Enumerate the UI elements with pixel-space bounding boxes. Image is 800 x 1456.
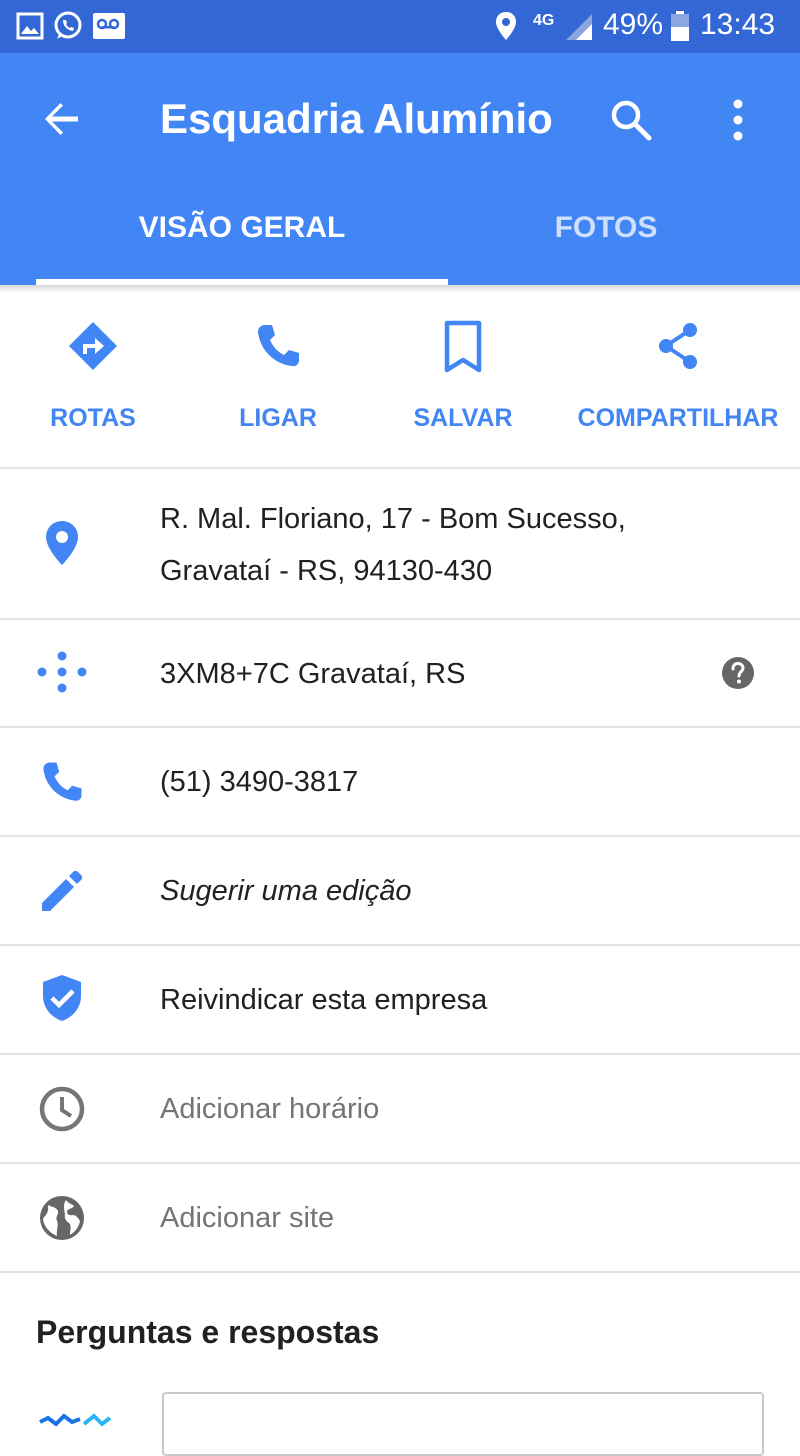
back-arrow-icon[interactable] (40, 97, 84, 141)
pencil-icon (42, 870, 83, 911)
directions-icon (69, 322, 117, 370)
gallery-icon (16, 12, 44, 40)
globe-icon (40, 1196, 84, 1240)
bookmark-icon (444, 320, 482, 373)
location-icon (496, 12, 516, 40)
battery-icon (671, 11, 689, 41)
divider (0, 1271, 800, 1273)
claim-business-row[interactable]: Reivindicar esta empresa (0, 946, 800, 1053)
call-label: LIGAR (239, 404, 317, 432)
address-row[interactable]: R. Mal. Floriano, 17 - Bom Sucesso, Grav… (0, 469, 800, 618)
status-bar: 4G 49% 13:43 (0, 0, 800, 53)
phone-row[interactable]: (51) 3490-3817 (0, 728, 800, 835)
share-label: COMPARTILHAR (577, 404, 779, 432)
phone-number: (51) 3490-3817 (160, 766, 359, 798)
share-icon (659, 323, 697, 369)
add-site-row[interactable]: Adicionar site (0, 1164, 800, 1271)
whatsapp-icon (54, 11, 82, 39)
add-site-text: Adicionar site (160, 1202, 335, 1234)
clock: 13:43 (700, 8, 776, 41)
question-input[interactable] (162, 1392, 764, 1456)
search-icon[interactable] (608, 97, 654, 143)
place-pin-icon (46, 521, 78, 565)
more-vert-icon[interactable] (718, 97, 758, 143)
plus-code-row[interactable]: 3XM8+7C Gravataí, RS (0, 620, 800, 726)
tab-overview[interactable]: VISÃO GERAL (36, 211, 448, 245)
battery-percent: 49% (603, 8, 664, 41)
add-hours-row[interactable]: Adicionar horário (0, 1055, 800, 1162)
share-button[interactable]: COMPARTILHAR (573, 318, 783, 433)
suggest-edit-text: Sugerir uma edição (160, 875, 412, 907)
clock-icon (39, 1086, 85, 1132)
help-icon[interactable] (720, 655, 756, 691)
save-label: SALVAR (413, 404, 513, 432)
plus-code-text: 3XM8+7C Gravataí, RS (160, 658, 466, 690)
save-button[interactable]: SALVAR (398, 318, 528, 433)
add-hours-text: Adicionar horário (160, 1093, 380, 1125)
phone-icon (43, 762, 82, 801)
app-bar-shadow (0, 285, 800, 293)
voicemail-icon (93, 13, 125, 39)
page-title: Esquadria Alumínio (160, 95, 553, 142)
plus-code-icon (37, 651, 87, 693)
signal-icon (566, 14, 592, 40)
app-bar: Esquadria Alumínio VISÃO GERAL FOTOS (0, 53, 800, 285)
suggest-edit-row[interactable]: Sugerir uma edição (0, 837, 800, 944)
address-line-2: Gravataí - RS, 94130-430 (160, 555, 493, 587)
network-type-label: 4G (533, 12, 555, 29)
call-button[interactable]: LIGAR (213, 318, 343, 433)
directions-label: ROTAS (50, 404, 136, 432)
directions-button[interactable]: ROTAS (28, 318, 158, 433)
claim-business-text: Reivindicar esta empresa (160, 984, 488, 1016)
tab-photos[interactable]: FOTOS (448, 211, 764, 245)
avatar (39, 1413, 112, 1427)
verified-shield-icon (43, 975, 81, 1021)
address-line-1: R. Mal. Floriano, 17 - Bom Sucesso, (160, 503, 626, 535)
qa-section-title: Perguntas e respostas (36, 1314, 380, 1350)
phone-icon (258, 325, 299, 367)
